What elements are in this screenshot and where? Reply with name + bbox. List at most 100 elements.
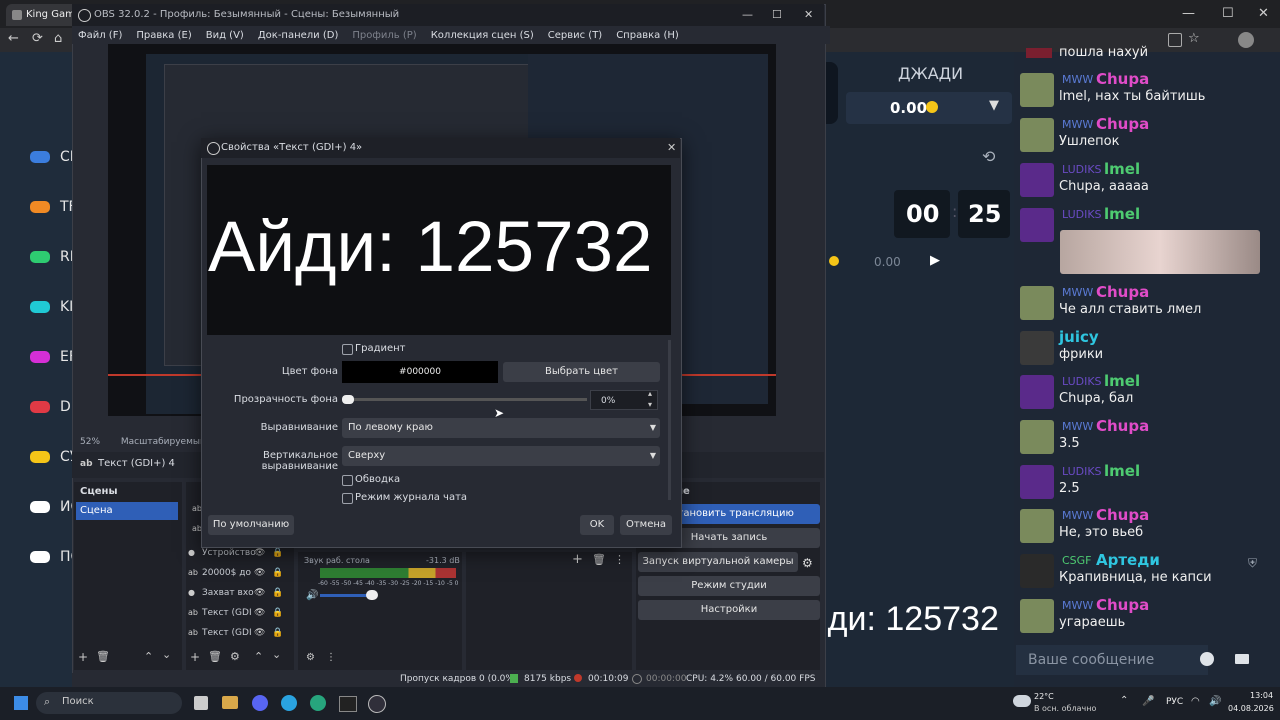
valign-select[interactable]: Сверху ▼ [342, 446, 660, 466]
jackpot-select[interactable]: 0.00 ▼ [846, 92, 1012, 124]
trash-icon[interactable]: 🗑 [592, 553, 606, 566]
spin-down-icon[interactable]: ▾ [648, 400, 652, 409]
telegram-icon[interactable] [281, 695, 297, 711]
add-icon[interactable]: + [78, 650, 88, 664]
maximize-icon[interactable]: ☐ [1222, 6, 1234, 21]
task-view-icon[interactable] [194, 696, 208, 710]
source-item[interactable]: ● Захват вхо 👁 🔒 [188, 584, 292, 602]
star-icon[interactable]: ☆ [1188, 31, 1200, 46]
chat-username[interactable]: Артеди [1096, 551, 1160, 569]
gradient-checkbox[interactable] [342, 344, 353, 355]
obs-menu-item[interactable]: Правка (E) [136, 30, 191, 41]
obs-menu-item[interactable]: Справка (H) [616, 30, 679, 41]
chat-message-input[interactable]: Ваше сообщение [1016, 645, 1208, 675]
obs-menu-item[interactable]: Коллекция сцен (S) [431, 30, 534, 41]
speaker-icon[interactable]: 🔊 [306, 590, 318, 601]
chevron-down-icon[interactable]: ▼ [989, 98, 999, 113]
opacity-slider-track[interactable] [342, 398, 587, 401]
volume-slider-handle[interactable] [366, 590, 378, 600]
chat-username[interactable]: Chupa [1096, 596, 1149, 614]
pick-color-button[interactable]: Выбрать цвет [503, 362, 660, 382]
windows-start-icon[interactable] [14, 696, 28, 710]
chevron-up-icon[interactable]: ⌃ [1120, 695, 1128, 706]
avatar[interactable] [1020, 331, 1054, 365]
chat-username[interactable]: Chupa [1096, 283, 1149, 301]
edge-icon[interactable] [310, 695, 326, 711]
scene-item[interactable]: Сцена [76, 502, 178, 520]
avatar[interactable] [1020, 286, 1054, 320]
source-item[interactable]: ab Текст (GDI 👁 🔒 [188, 624, 292, 642]
cancel-button[interactable]: Отмена [620, 515, 672, 535]
avatar[interactable] [1020, 599, 1054, 633]
mail-icon[interactable] [1235, 654, 1249, 664]
avatar[interactable] [1020, 509, 1054, 543]
language-indicator[interactable]: РУС [1166, 697, 1183, 707]
outline-checkbox[interactable] [342, 475, 353, 486]
avatar[interactable] [1020, 465, 1054, 499]
avatar[interactable] [1020, 208, 1054, 242]
gear-icon[interactable]: ⚙ [802, 556, 813, 570]
align-select[interactable]: По левому краю ▼ [342, 418, 660, 438]
chevron-up-icon[interactable]: ⌃ [144, 650, 153, 663]
home-icon[interactable]: ⌂ [54, 31, 62, 46]
chevron-up-icon[interactable]: ⌃ [254, 650, 263, 663]
lock-icon[interactable]: 🔒 [272, 624, 283, 642]
visibility-icon[interactable]: 👁 [254, 564, 265, 582]
trash-icon[interactable]: 🗑 [96, 650, 110, 663]
defaults-button[interactable]: По умолчанию [208, 515, 294, 535]
obs-menu-item[interactable]: Док-панели (D) [258, 30, 339, 41]
source-item[interactable]: ab Текст (GDI 👁 🔒 [188, 604, 292, 622]
chat-username[interactable]: lmel [1104, 462, 1140, 480]
back-icon[interactable]: ← [8, 31, 19, 46]
close-icon[interactable]: ✕ [804, 4, 813, 26]
obs-menu-item[interactable]: Сервис (T) [548, 30, 602, 41]
lock-icon[interactable]: 🔒 [272, 584, 283, 602]
volume-icon[interactable]: 🔊 [1209, 696, 1221, 707]
add-icon[interactable]: + [190, 650, 200, 664]
play-icon[interactable]: ▶ [930, 253, 940, 268]
close-icon[interactable]: ✕ [667, 138, 676, 158]
spin-up-icon[interactable]: ▴ [648, 389, 652, 398]
dialog-scrollbar[interactable] [668, 340, 671, 500]
obs-taskbar-icon[interactable] [368, 695, 386, 713]
emoji-icon[interactable] [1200, 652, 1214, 666]
reader-icon[interactable] [1168, 33, 1182, 47]
chatlog-checkbox[interactable] [342, 493, 353, 504]
visibility-icon[interactable]: 👁 [254, 584, 265, 602]
visibility-icon[interactable]: 👁 [254, 604, 265, 622]
control-button[interactable]: Режим студии [638, 576, 820, 596]
reload-icon[interactable]: ⟳ [32, 31, 43, 46]
control-button[interactable]: Запуск виртуальной камеры [638, 552, 798, 572]
trash-icon[interactable]: 🗑 [208, 650, 222, 663]
opacity-slider-handle[interactable] [342, 395, 354, 404]
maximize-icon[interactable]: ☐ [772, 4, 782, 26]
ok-button[interactable]: OK [580, 515, 614, 535]
visibility-icon[interactable]: 👁 [254, 624, 265, 642]
discord-icon[interactable] [252, 695, 268, 711]
chat-username[interactable]: Chupa [1096, 506, 1149, 524]
close-icon[interactable]: ✕ [1258, 6, 1269, 21]
obs-menu-item[interactable]: Файл (F) [78, 30, 122, 41]
chat-username[interactable]: Chupa [1096, 115, 1149, 133]
chevron-down-icon[interactable]: ⌄ [272, 648, 281, 661]
more-icon[interactable]: ⋮ [614, 553, 625, 566]
taskbar-search[interactable]: ⌕ Поиск [36, 692, 182, 714]
avatar[interactable] [1020, 118, 1054, 152]
file-explorer-icon[interactable] [222, 696, 238, 709]
minimize-icon[interactable]: — [742, 4, 753, 26]
chat-username[interactable]: lmel [1104, 160, 1140, 178]
avatar[interactable] [1020, 420, 1054, 454]
terminal-icon[interactable] [339, 696, 357, 712]
source-item[interactable]: ab 20000$ до 👁 🔒 [188, 564, 292, 582]
avatar[interactable] [1020, 375, 1054, 409]
lock-icon[interactable]: 🔒 [272, 564, 283, 582]
add-icon[interactable]: + [572, 552, 583, 567]
avatar[interactable] [1020, 163, 1054, 197]
microphone-icon[interactable]: 🎤 [1142, 696, 1154, 707]
control-button[interactable]: Настройки [638, 600, 820, 620]
chat-username[interactable]: lmel [1104, 372, 1140, 390]
obs-menu-item[interactable]: Профиль (P) [352, 30, 416, 41]
avatar[interactable] [1020, 73, 1054, 107]
chevron-down-icon[interactable]: ⌄ [162, 648, 171, 661]
more-icon[interactable]: ⋮ [326, 652, 336, 663]
